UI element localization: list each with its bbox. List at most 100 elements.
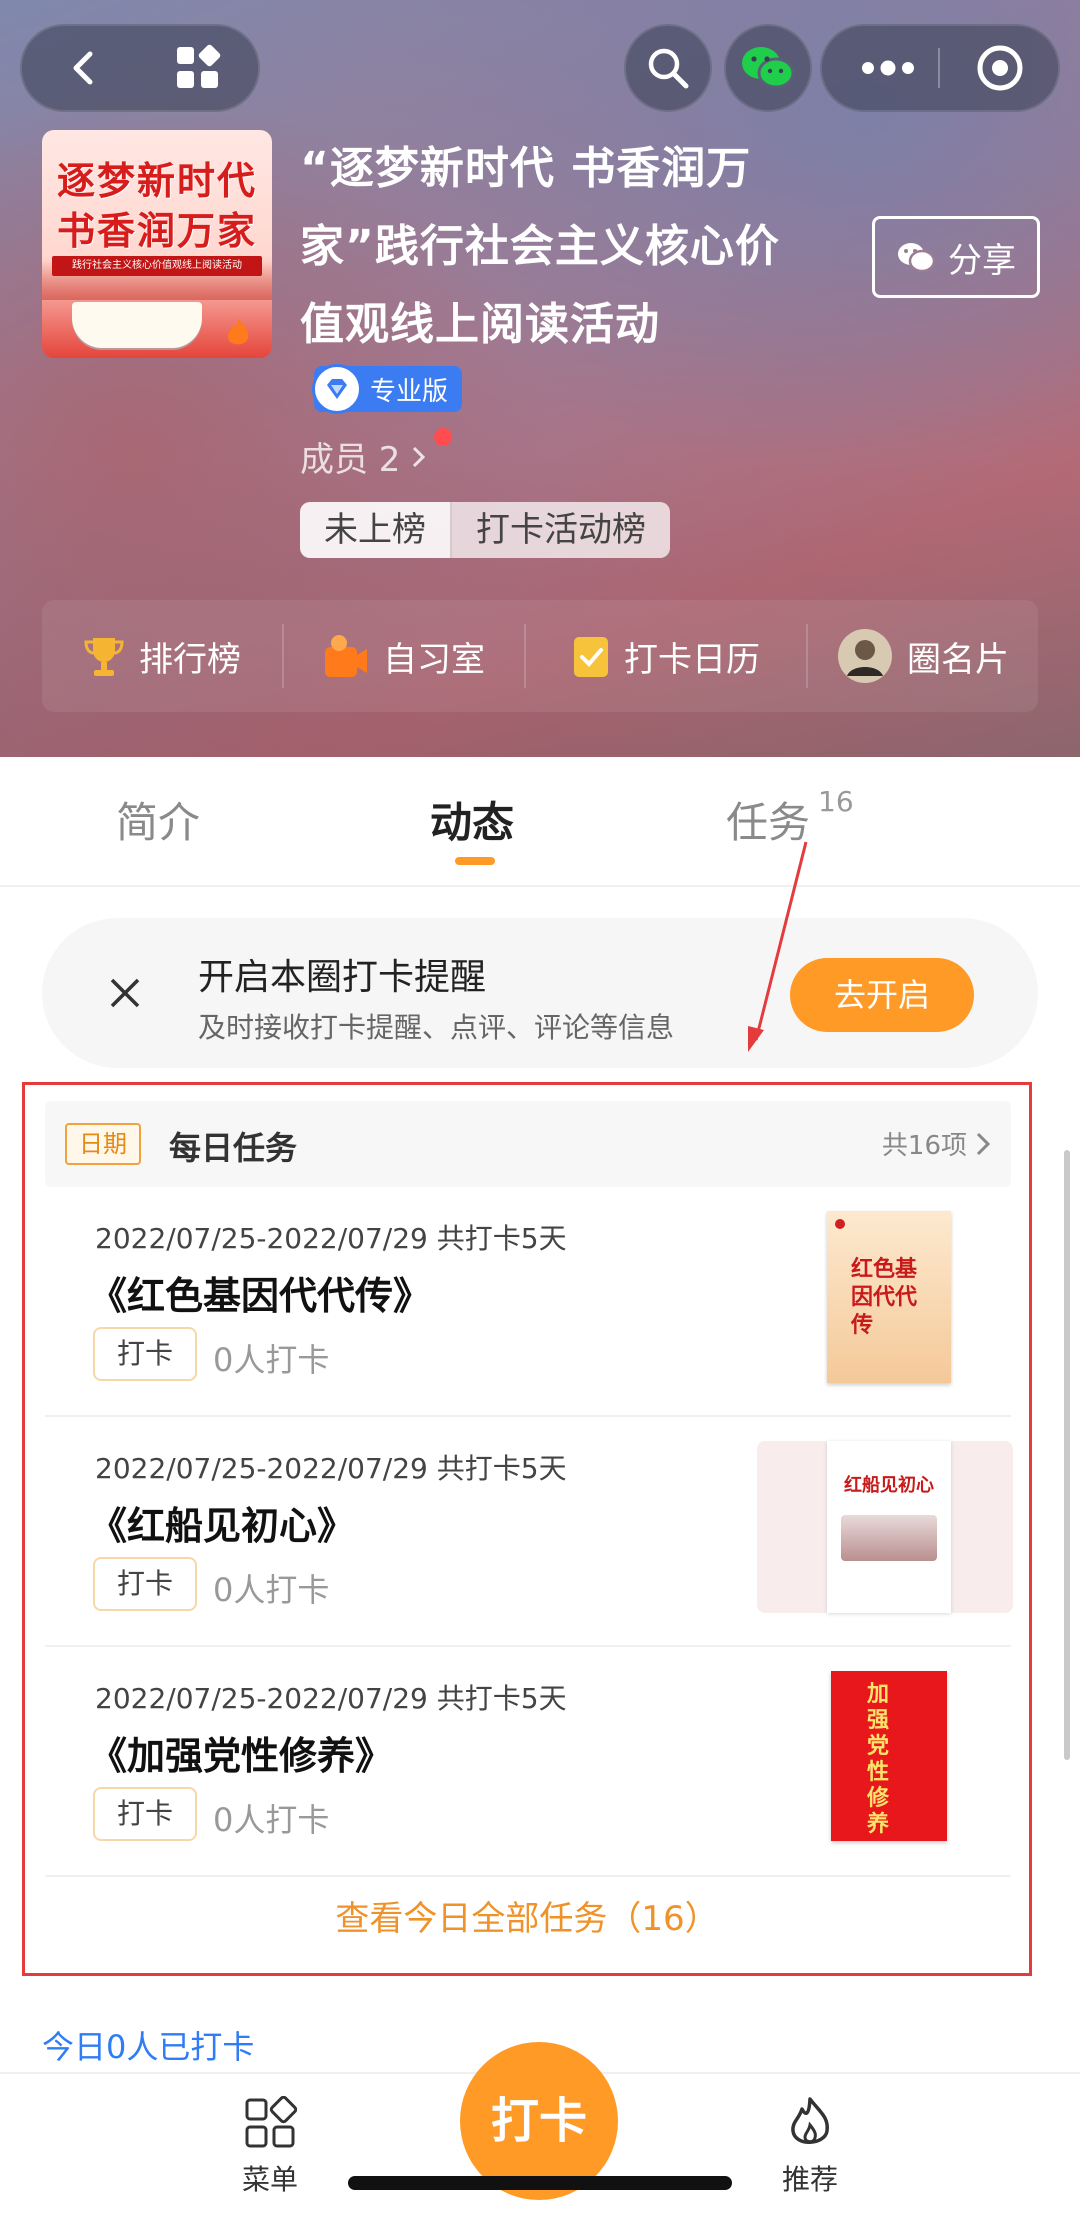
quick-link-label: 排行榜 (139, 639, 241, 680)
quick-link-label: 圈名片 (907, 639, 1009, 680)
checkin-count: 0人打卡 (213, 1341, 330, 1379)
task-name: 《红船见初心》 (89, 1504, 356, 1548)
task-name: 《加强党性修养》 (89, 1734, 394, 1778)
party-emblem-icon (835, 1219, 845, 1229)
checkin-tag: 打卡 (93, 1327, 197, 1381)
nav-recommend[interactable]: 推荐 (740, 2088, 880, 2198)
flame-icon (740, 2088, 880, 2158)
nav-menu[interactable]: 菜单 (200, 2088, 340, 2198)
daily-tasks-title: 每日任务 (169, 1129, 298, 1167)
book-cover-image: 加强党性修养 (831, 1671, 947, 1841)
more-dots-icon (862, 60, 914, 76)
wechat-share-icon (898, 243, 936, 273)
book-cover-page: 红船见初心 (827, 1441, 951, 1613)
task-row[interactable]: 2022/07/25-2022/07/29 共打卡5天 《红色基因代代传》 打卡… (45, 1187, 1011, 1417)
quick-link-study-room[interactable]: 自习室 (284, 600, 524, 712)
quick-link-calendar[interactable]: 打卡日历 (526, 600, 806, 712)
daily-tasks-panel: 日期 每日任务 共16项 2022/07/25-2022/07/29 共打卡5天… (22, 1082, 1032, 1976)
members-link[interactable]: 成员 2 (300, 428, 452, 481)
circle-cover-image: 逐梦新时代 书香润万家 践行社会主义核心价值观线上阅读活动 (42, 130, 272, 358)
back-button[interactable] (40, 24, 128, 112)
grid-icon (177, 44, 221, 88)
checkin-tag: 打卡 (93, 1787, 197, 1841)
cover-subtitle: 践行社会主义核心价值观线上阅读活动 (52, 256, 262, 276)
study-room-icon (325, 635, 367, 677)
cover-title-line1: 逐梦新时代 (56, 158, 257, 203)
book-cover-title: 加强党性修养 (867, 1681, 890, 1837)
edition-badge: 专业版 (312, 364, 463, 414)
trophy-icon (84, 638, 124, 676)
share-button[interactable]: 分享 (872, 216, 1040, 298)
tasks-total: 共16项 (882, 1125, 991, 1162)
nav-recommend-label: 推荐 (781, 2163, 838, 2196)
search-icon (648, 48, 689, 89)
menu-grid-icon (200, 2088, 340, 2158)
enable-reminder-button[interactable]: 去开启 (790, 958, 974, 1032)
cover-title-line2: 书香润万家 (56, 208, 257, 253)
reminder-subtitle: 及时接收打卡提醒、点评、评论等信息 (198, 1011, 675, 1044)
reminder-title: 开启本圈打卡提醒 (198, 957, 487, 998)
boat-illustration (841, 1515, 937, 1561)
search-button[interactable] (624, 24, 712, 112)
tab-intro[interactable]: 简介 (116, 789, 200, 850)
task-name: 《红色基因代代传》 (89, 1274, 432, 1318)
nav-capsule-right (820, 24, 1060, 112)
checkin-reminder-banner: 开启本圈打卡提醒 及时接收打卡提醒、点评、评论等信息 去开启 (42, 918, 1038, 1068)
rank-pills[interactable]: 未上榜 打卡活动榜 (300, 502, 670, 558)
task-dates: 2022/07/25-2022/07/29 共打卡5天 (95, 1452, 567, 1485)
book-cover-image: 红色基因代代传 (827, 1211, 951, 1383)
book-cover-title: 红色基因代代传 (851, 1256, 918, 1338)
capsule-divider (938, 48, 940, 88)
tab-tasks-badge: 16 (818, 785, 854, 818)
task-dates: 2022/07/25-2022/07/29 共打卡5天 (95, 1682, 567, 1715)
nav-menu-label: 菜单 (241, 2163, 298, 2196)
grid-menu-button[interactable] (154, 24, 242, 112)
book-cover-title: 红船见初心 (844, 1475, 934, 1496)
flame-badge-icon (227, 318, 249, 345)
task-row[interactable]: 2022/07/25-2022/07/29 共打卡5天 《加强党性修养》 打卡 … (45, 1647, 1011, 1877)
close-icon (110, 978, 140, 1008)
calendar-check-icon (574, 637, 608, 677)
checkin-count: 0人打卡 (213, 1571, 330, 1609)
scrollbar[interactable] (1064, 1150, 1070, 1760)
tasks-total-label: 共16项 (881, 1131, 967, 1161)
share-label: 分享 (948, 240, 1016, 281)
members-label: 成员 2 (300, 440, 401, 480)
home-indicator[interactable] (348, 2176, 732, 2190)
view-all-tasks-link[interactable]: 查看今日全部任务（16） (25, 1891, 1029, 1940)
notification-dot (434, 428, 452, 446)
date-tag: 日期 (65, 1123, 141, 1165)
checkin-count: 0人打卡 (213, 1801, 330, 1839)
tab-tasks[interactable]: 任务 (726, 789, 810, 850)
close-miniprogram-button[interactable] (956, 24, 1044, 112)
task-row[interactable]: 2022/07/25-2022/07/29 共打卡5天 《红船见初心》 打卡 0… (45, 1417, 1013, 1647)
task-dates: 2022/07/25-2022/07/29 共打卡5天 (95, 1222, 567, 1255)
edition-label: 专业版 (370, 376, 449, 407)
circle-title-line: 家”践行社会主义核心价 (300, 221, 780, 272)
quick-link-leaderboard[interactable]: 排行榜 (42, 600, 282, 712)
quick-link-circle-card[interactable]: 圈名片 (808, 600, 1038, 712)
close-reminder-button[interactable] (96, 964, 154, 1022)
checkin-tag: 打卡 (93, 1557, 197, 1611)
wechat-button[interactable] (724, 24, 812, 112)
circle-title-line: “逐梦新时代 书香润万 (300, 143, 752, 194)
today-checkin-status[interactable]: 今日0人已打卡 (42, 2022, 254, 2068)
cover-book-graphic (72, 302, 202, 348)
circle-title: “逐梦新时代 书香润万 家”践行社会主义核心价 值观线上阅读活动 (300, 130, 840, 364)
quick-link-label: 打卡日历 (624, 639, 760, 680)
avatar-icon (838, 629, 892, 683)
chevron-right-icon (413, 446, 426, 467)
chevron-right-icon (976, 1132, 991, 1155)
wechat-icon (742, 47, 795, 89)
more-button[interactable] (844, 24, 932, 112)
rank-board: 打卡活动榜 (450, 502, 670, 558)
content-tabs: 简介 动态 任务 16 (0, 757, 1080, 887)
target-circle-icon (977, 45, 1023, 91)
daily-tasks-header[interactable]: 日期 每日任务 共16项 (45, 1101, 1011, 1187)
quick-links-bar: 排行榜 自习室 打卡日历 圈名片 (42, 600, 1038, 712)
chevron-left-icon (73, 51, 93, 85)
nav-capsule-left (20, 24, 260, 112)
tab-feed[interactable]: 动态 (430, 789, 514, 850)
circle-title-line: 值观线上阅读活动 (300, 299, 660, 350)
book-cover-image: 红船见初心 (757, 1441, 1013, 1613)
